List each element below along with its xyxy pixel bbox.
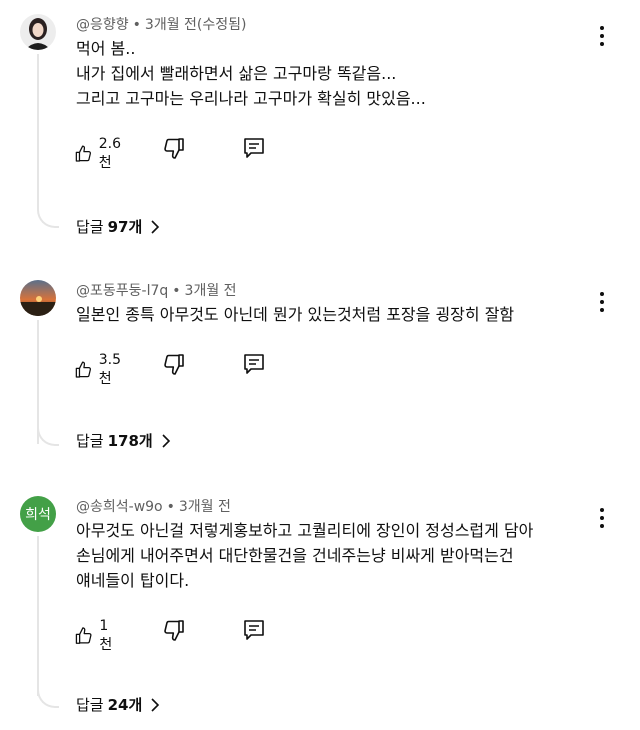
reply-button[interactable]: [242, 136, 266, 160]
replies-count: 97개: [107, 218, 143, 236]
comment-line: 일본인 종특 아무것도 아닌데 뭔가 있는것처럼 포장을 굉장히 잘함: [76, 305, 515, 324]
comment-time: 3개월 전: [178, 499, 231, 515]
like-count: 2.6천: [98, 136, 122, 171]
comment-line: 내가 집에서 빨래하면서 삶은 고구마랑 똑같음...: [76, 64, 397, 83]
replies-count: 178개: [107, 432, 153, 450]
comment-time: 3개월 전(수정됨): [144, 17, 247, 33]
avatar[interactable]: [20, 14, 56, 50]
replies-count: 24개: [107, 696, 143, 714]
dislike-button[interactable]: [162, 136, 186, 160]
replies-label: 답글: [76, 432, 104, 450]
author-name[interactable]: @포동푸둥-l7q: [76, 283, 168, 299]
thumbs-down-icon: [164, 620, 184, 641]
reply-button[interactable]: [242, 618, 266, 642]
thread-curve: [37, 208, 59, 228]
chevron-right-icon: [151, 697, 160, 712]
more-options-button[interactable]: [592, 506, 612, 530]
thread-curve: [37, 426, 59, 446]
reply-icon: [244, 620, 264, 640]
thumbs-up-icon: [75, 627, 92, 644]
comment-line: 그리고 고구마는 우리나라 고구마가 확실히 맛있음...: [76, 89, 426, 108]
comment-time: 3개월 전: [184, 283, 237, 299]
thumbs-down-icon: [164, 354, 184, 375]
comment-meta: @응향향 • 3개월 전(수정됨): [76, 17, 247, 33]
thread-line: [37, 54, 39, 210]
chevron-right-icon: [162, 433, 170, 448]
replies-toggle[interactable]: 답글 178개: [76, 430, 171, 451]
avatar-initials: 희석: [25, 507, 51, 523]
more-options-button[interactable]: [592, 24, 612, 48]
avatar[interactable]: [20, 280, 56, 316]
replies-toggle[interactable]: 답글 24개: [76, 694, 160, 715]
thread-line: [37, 536, 39, 696]
replies-toggle[interactable]: 답글 97개: [76, 216, 160, 237]
replies-label: 답글: [76, 218, 104, 236]
dislike-button[interactable]: [162, 352, 186, 376]
comment-text: 일본인 종특 아무것도 아닌데 뭔가 있는것처럼 포장을 굉장히 잘함: [76, 302, 576, 327]
like-button[interactable]: 2.6천: [74, 136, 126, 172]
reply-icon: [244, 354, 264, 374]
comment-line: 손님에게 내어주면서 대단한물건을 건네주는냥 비싸게 받아먹는건: [76, 546, 514, 565]
comment-line: 먹어 봄..: [76, 39, 136, 58]
comment-meta: @송희석-w9o • 3개월 전: [76, 499, 231, 515]
like-button[interactable]: 3.5천: [74, 352, 126, 388]
reply-button[interactable]: [242, 352, 266, 376]
like-count: 3.5천: [98, 352, 122, 387]
thumbs-down-icon: [164, 138, 184, 159]
reply-icon: [244, 138, 264, 158]
dislike-button[interactable]: [162, 618, 186, 642]
chevron-right-icon: [151, 219, 160, 234]
like-button[interactable]: 1천: [74, 618, 117, 654]
comment-meta: @포동푸둥-l7q • 3개월 전: [76, 283, 237, 299]
like-count: 1천: [99, 618, 113, 653]
thumbs-up-icon: [75, 361, 92, 378]
thread-curve: [37, 688, 59, 708]
comment-text: 먹어 봄.. 내가 집에서 빨래하면서 삶은 고구마랑 똑같음... 그리고 고…: [76, 36, 576, 111]
more-options-button[interactable]: [592, 290, 612, 314]
comment-text: 아무것도 아닌걸 저렇게홍보하고 고퀄리티에 장인이 정성스럽게 담아 손님에게…: [76, 518, 576, 593]
author-name[interactable]: @송희석-w9o: [76, 499, 163, 515]
thumbs-up-icon: [75, 145, 92, 162]
comment-line: 아무것도 아닌걸 저렇게홍보하고 고퀄리티에 장인이 정성스럽게 담아: [76, 521, 534, 540]
author-name[interactable]: @응향향: [76, 17, 129, 33]
comment-line: 얘네들이 탑이다.: [76, 571, 190, 590]
avatar[interactable]: 희석: [20, 496, 56, 532]
replies-label: 답글: [76, 696, 104, 714]
